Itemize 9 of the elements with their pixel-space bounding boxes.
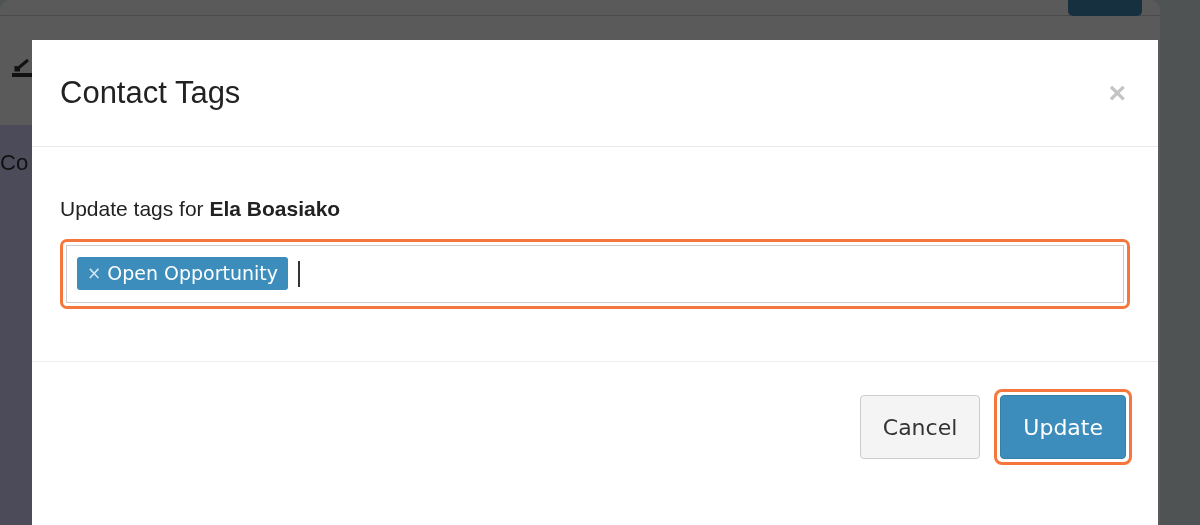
tag-field[interactable]: × Open Opportunity bbox=[66, 244, 1124, 303]
tag-label: Open Opportunity bbox=[107, 261, 279, 287]
update-button[interactable]: Update bbox=[1000, 395, 1126, 459]
prompt-text: Update tags for Ela Boasiako bbox=[60, 196, 342, 222]
page-text: Co bbox=[0, 149, 29, 177]
dialog-title: Contact Tags bbox=[60, 74, 241, 112]
remove-tag-button[interactable]: × bbox=[87, 260, 102, 287]
cancel-button[interactable]: Cancel bbox=[859, 395, 981, 459]
text-cursor bbox=[298, 260, 301, 287]
